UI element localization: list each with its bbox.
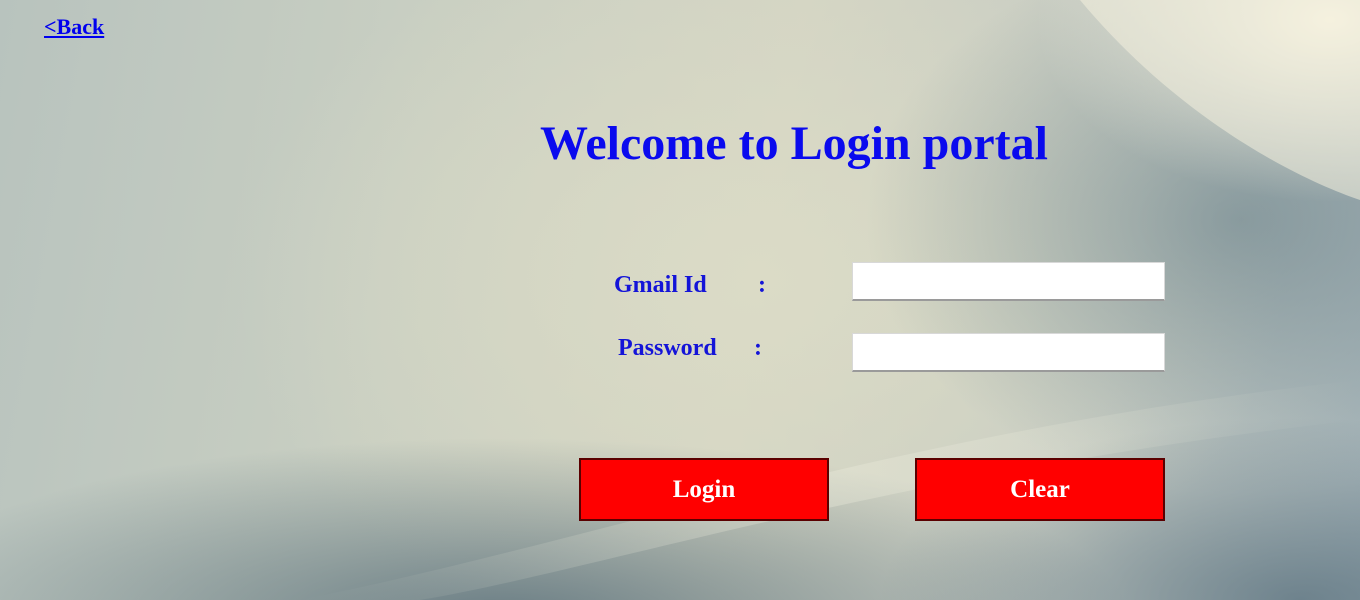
clear-button[interactable]: Clear: [915, 458, 1165, 521]
gmail-id-colon: :: [758, 272, 766, 298]
password-colon: :: [754, 335, 762, 361]
back-link[interactable]: <Back: [44, 14, 104, 40]
gmail-id-input[interactable]: [852, 262, 1165, 301]
password-label: Password: [618, 335, 717, 361]
gmail-id-label: Gmail Id: [614, 272, 707, 298]
login-button[interactable]: Login: [579, 458, 829, 521]
password-input[interactable]: [852, 333, 1165, 372]
page-title: Welcome to Login portal: [540, 117, 1048, 170]
